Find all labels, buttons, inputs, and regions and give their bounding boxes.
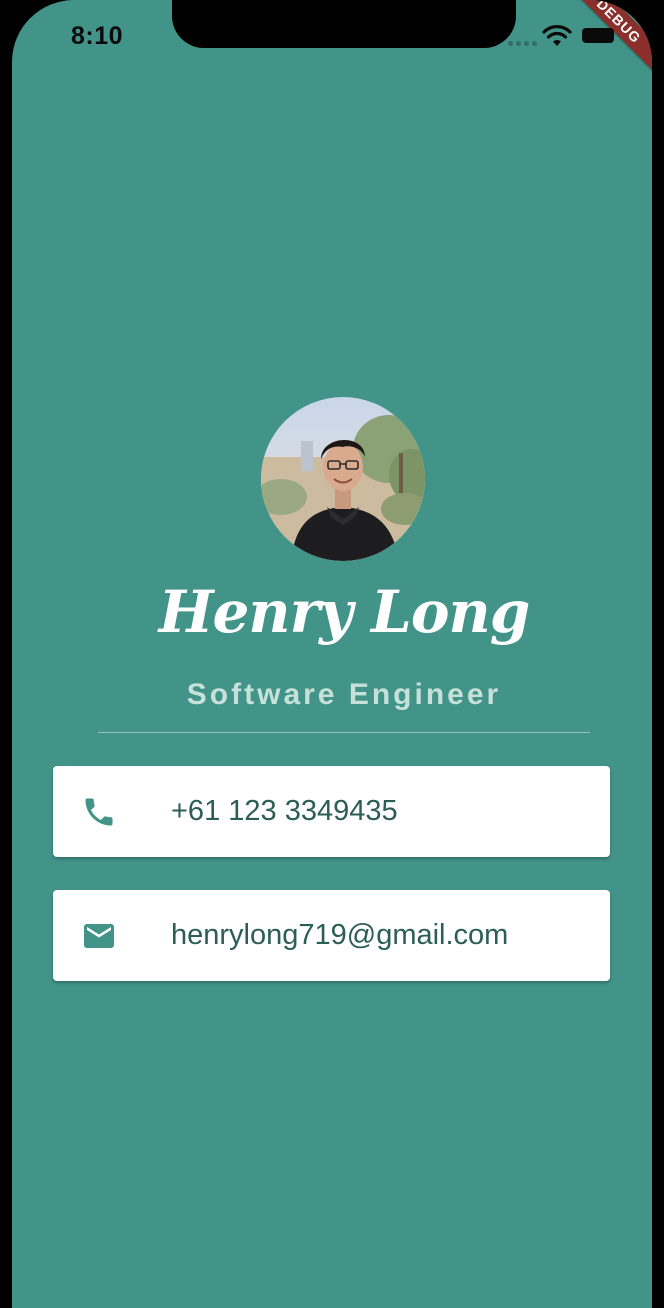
signal-dot (516, 41, 521, 46)
email-icon (84, 924, 114, 948)
profile-photo (261, 397, 425, 561)
status-time: 8:10 (71, 22, 124, 50)
battery-icon (582, 28, 614, 43)
signal-dots-icon (508, 41, 513, 46)
signal-dot (524, 41, 529, 46)
status-icons (506, 24, 618, 50)
phone-icon (85, 798, 113, 826)
profile-name: Henry Long (158, 578, 531, 646)
device-notch (172, 0, 516, 48)
divider (98, 732, 590, 733)
app-screen: DEBUG Henry Long Software Engineer (12, 0, 652, 1308)
wifi-icon (542, 25, 572, 46)
avatar (261, 397, 425, 561)
email-address: henrylong719@gmail.com (171, 919, 509, 951)
device-frame: DEBUG Henry Long Software Engineer 8:10 … (0, 0, 664, 1308)
phone-number: +61 123 3349435 (171, 795, 398, 827)
signal-dot (532, 41, 537, 46)
profile-title: Software Engineer (186, 678, 502, 711)
phone-card[interactable]: +61 123 3349435 (53, 766, 610, 857)
email-card[interactable]: henrylong719@gmail.com (53, 890, 610, 981)
